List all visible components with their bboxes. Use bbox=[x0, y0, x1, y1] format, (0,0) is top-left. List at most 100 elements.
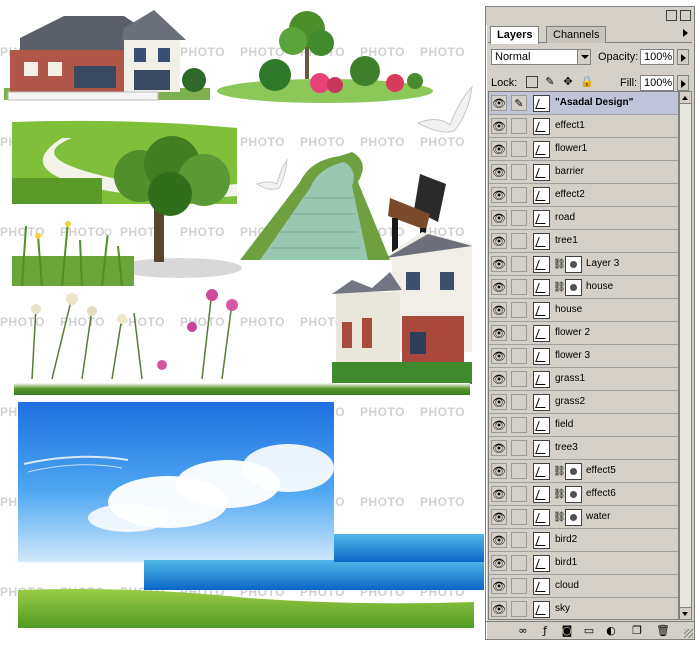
layer-thumbnail[interactable] bbox=[533, 279, 550, 296]
link-toggle[interactable] bbox=[511, 187, 527, 203]
new-group-icon[interactable]: ▭ bbox=[582, 624, 596, 638]
layer-name[interactable]: flower1 bbox=[555, 143, 587, 154]
layer-row[interactable]: 👁 tree1 bbox=[489, 230, 678, 253]
layer-thumbnail[interactable] bbox=[533, 440, 550, 457]
chain-link-icon[interactable]: ⛓ bbox=[553, 465, 566, 478]
layer-name[interactable]: effect5 bbox=[586, 465, 616, 476]
artwork-canvas[interactable]: PHOTO PHOTO PHOTO PHOTO PHOTO PHOTO PHOTO PHOTO… bbox=[0, 0, 484, 651]
layer-thumbnail[interactable] bbox=[533, 325, 550, 342]
layer-row[interactable]: 👁 effect1 bbox=[489, 115, 678, 138]
layer-row[interactable]: 👁 bird2 bbox=[489, 529, 678, 552]
layer-row[interactable]: 👁 ⛓ effect6 bbox=[489, 483, 678, 506]
adjustment-layer-icon[interactable]: ◐ bbox=[604, 624, 618, 638]
lock-transparent-icon[interactable] bbox=[526, 76, 538, 88]
layer-name[interactable]: effect6 bbox=[586, 488, 616, 499]
layer-thumbnail[interactable] bbox=[533, 532, 550, 549]
layer-style-icon[interactable]: ƒ bbox=[538, 624, 552, 638]
eye-icon[interactable]: 👁 bbox=[491, 440, 507, 456]
eye-icon[interactable]: 👁 bbox=[491, 325, 507, 341]
layer-thumbnail[interactable] bbox=[533, 233, 550, 250]
layer-row[interactable]: 👁 field bbox=[489, 414, 678, 437]
layer-thumbnail[interactable] bbox=[533, 394, 550, 411]
eye-icon[interactable]: 👁 bbox=[491, 187, 507, 203]
link-toggle[interactable] bbox=[511, 233, 527, 249]
tab-channels[interactable]: Channels bbox=[546, 26, 607, 43]
eye-icon[interactable]: 👁 bbox=[491, 256, 507, 272]
panel-menu-arrow-icon[interactable] bbox=[683, 29, 688, 37]
layer-thumbnail[interactable] bbox=[533, 509, 550, 526]
link-toggle[interactable] bbox=[511, 394, 527, 410]
minimize-button[interactable] bbox=[666, 10, 677, 21]
layer-thumbnail[interactable] bbox=[533, 95, 550, 112]
eye-icon[interactable]: 👁 bbox=[491, 463, 507, 479]
fill-slider-button[interactable] bbox=[677, 75, 689, 91]
link-toggle[interactable] bbox=[511, 440, 527, 456]
layer-name[interactable]: bird2 bbox=[555, 534, 577, 545]
eye-icon[interactable]: 👁 bbox=[491, 394, 507, 410]
layer-row[interactable]: 👁 grass1 bbox=[489, 368, 678, 391]
layer-name[interactable]: tree1 bbox=[555, 235, 578, 246]
layer-mask-thumbnail[interactable] bbox=[565, 256, 582, 273]
layer-mask-thumbnail[interactable] bbox=[565, 486, 582, 503]
link-toggle[interactable] bbox=[511, 555, 527, 571]
layer-name[interactable]: cloud bbox=[555, 580, 579, 591]
eye-icon[interactable]: 👁 bbox=[491, 118, 507, 134]
close-button[interactable] bbox=[680, 10, 691, 21]
link-toggle[interactable] bbox=[511, 417, 527, 433]
layer-thumbnail[interactable] bbox=[533, 141, 550, 158]
layer-thumbnail[interactable] bbox=[533, 164, 550, 181]
panel-titlebar[interactable] bbox=[486, 7, 694, 25]
layer-name[interactable]: Layer 3 bbox=[586, 258, 619, 269]
layer-thumbnail[interactable] bbox=[533, 601, 550, 618]
blend-mode-select[interactable]: Normal bbox=[491, 49, 591, 65]
scroll-up-icon[interactable] bbox=[680, 92, 691, 104]
layer-mask-thumbnail[interactable] bbox=[565, 279, 582, 296]
eye-icon[interactable]: 👁 bbox=[491, 279, 507, 295]
link-toggle[interactable] bbox=[511, 279, 527, 295]
eye-icon[interactable]: 👁 bbox=[491, 578, 507, 594]
eye-icon[interactable]: 👁 bbox=[491, 601, 507, 617]
eye-icon[interactable]: 👁 bbox=[491, 348, 507, 364]
move-icon[interactable]: ✥ bbox=[562, 76, 574, 88]
link-layers-icon[interactable]: ∞ bbox=[516, 624, 530, 638]
layer-name[interactable]: water bbox=[586, 511, 610, 522]
layer-row[interactable]: 👁 ⛓ water bbox=[489, 506, 678, 529]
eye-icon[interactable]: 👁 bbox=[491, 417, 507, 433]
layer-name[interactable]: effect2 bbox=[555, 189, 585, 200]
chain-link-icon[interactable]: ⛓ bbox=[553, 258, 566, 271]
layer-thumbnail[interactable] bbox=[533, 348, 550, 365]
link-toggle[interactable] bbox=[511, 509, 527, 525]
link-toggle[interactable] bbox=[511, 486, 527, 502]
layer-name[interactable]: tree3 bbox=[555, 442, 578, 453]
tab-layers[interactable]: Layers bbox=[490, 26, 540, 44]
layer-row[interactable]: 👁 sky bbox=[489, 598, 678, 619]
layer-thumbnail[interactable] bbox=[533, 187, 550, 204]
layer-row[interactable]: 👁 flower 3 bbox=[489, 345, 678, 368]
layer-row[interactable]: 👁 effect2 bbox=[489, 184, 678, 207]
link-toggle[interactable] bbox=[511, 141, 527, 157]
brush-icon[interactable]: ✎ bbox=[544, 76, 556, 88]
layer-thumbnail[interactable] bbox=[533, 118, 550, 135]
link-toggle[interactable] bbox=[511, 601, 527, 617]
trash-icon[interactable]: 🗑 bbox=[656, 624, 670, 638]
brush-icon[interactable]: ✎ bbox=[511, 95, 527, 111]
link-toggle[interactable] bbox=[511, 118, 527, 134]
layer-row[interactable]: 👁 tree3 bbox=[489, 437, 678, 460]
layer-row[interactable]: 👁 ✎ "Asadal Design" bbox=[489, 92, 678, 115]
layer-name[interactable]: flower 3 bbox=[555, 350, 590, 361]
chain-link-icon[interactable]: ⛓ bbox=[553, 511, 566, 524]
layer-name[interactable]: sky bbox=[555, 603, 570, 614]
layer-thumbnail[interactable] bbox=[533, 256, 550, 273]
layer-thumbnail[interactable] bbox=[533, 463, 550, 480]
layer-thumbnail[interactable] bbox=[533, 417, 550, 434]
layer-name[interactable]: house bbox=[555, 304, 582, 315]
eye-icon[interactable]: 👁 bbox=[491, 509, 507, 525]
layer-name[interactable]: grass2 bbox=[555, 396, 585, 407]
layer-mask-thumbnail[interactable] bbox=[565, 463, 582, 480]
link-toggle[interactable] bbox=[511, 532, 527, 548]
link-toggle[interactable] bbox=[511, 578, 527, 594]
link-toggle[interactable] bbox=[511, 371, 527, 387]
link-toggle[interactable] bbox=[511, 463, 527, 479]
layer-thumbnail[interactable] bbox=[533, 486, 550, 503]
resize-grip[interactable] bbox=[684, 629, 693, 638]
